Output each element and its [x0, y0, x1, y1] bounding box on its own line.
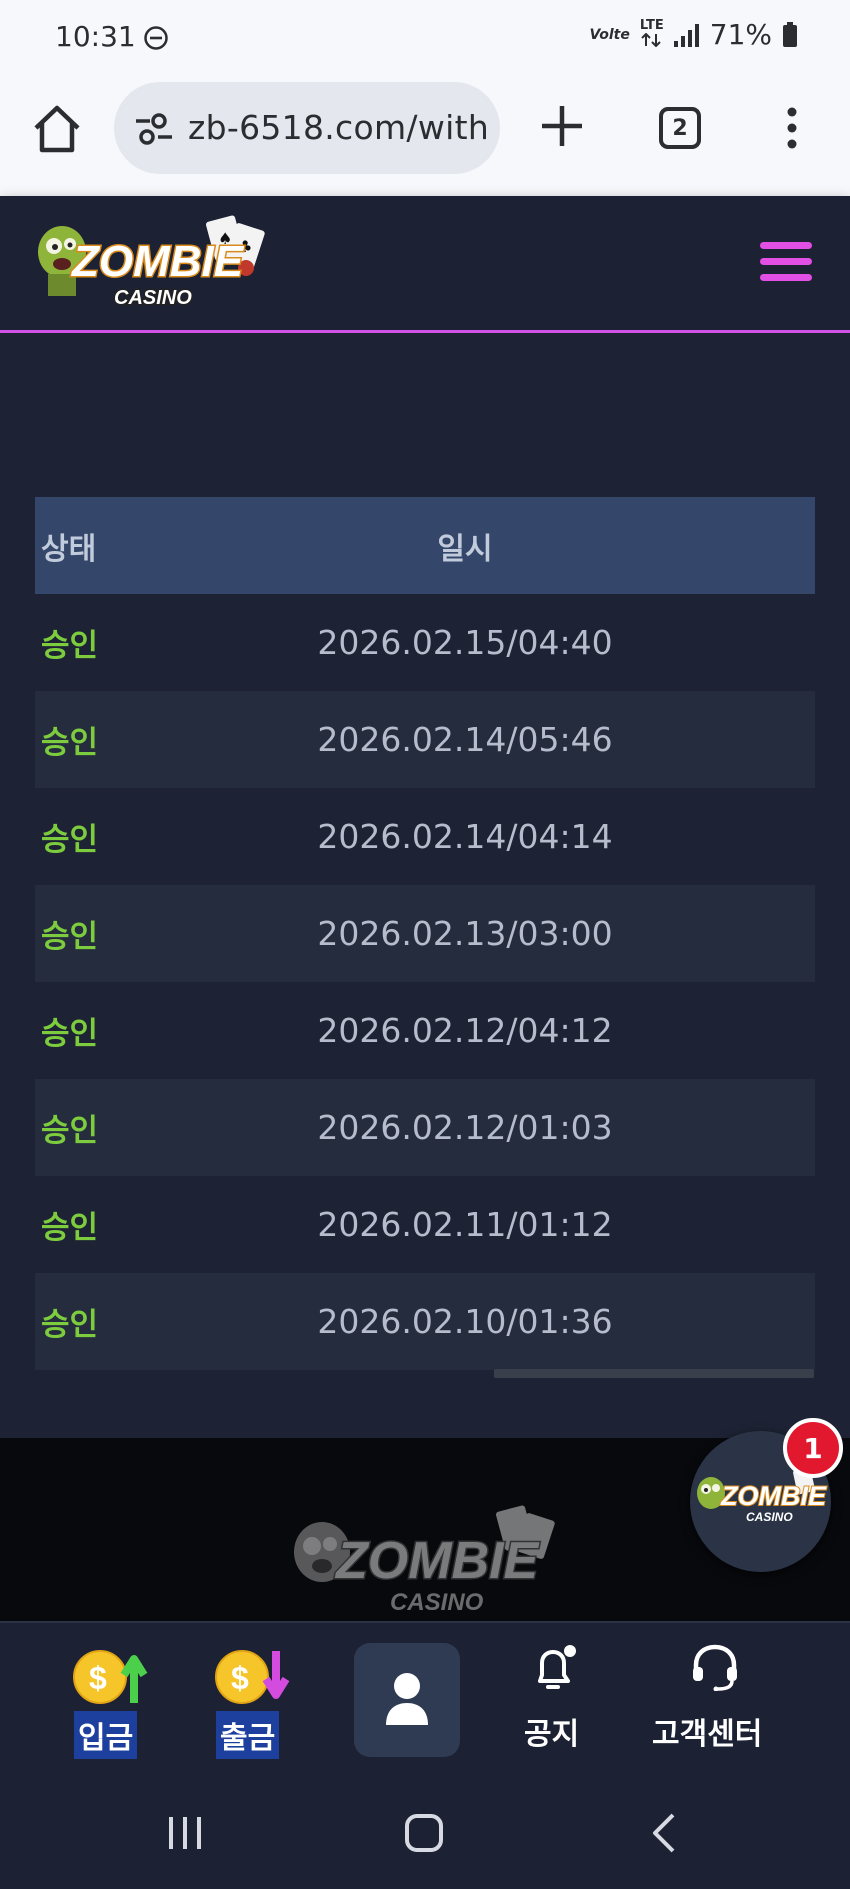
- date-cell: 2026.02.14/04:14: [317, 817, 613, 856]
- floating-logo-subtext: CASINO: [746, 1510, 793, 1524]
- table-header: 상태 일시: [35, 497, 815, 594]
- status-cell: 승인: [41, 1210, 99, 1246]
- status-cell: 승인: [41, 1016, 99, 1052]
- table-row: 승인 2026.02.15/04:40: [35, 594, 815, 691]
- footer-logo-subtext: CASINO: [390, 1589, 484, 1616]
- status-cell: 승인: [41, 919, 99, 955]
- site-settings-icon[interactable]: [134, 112, 174, 146]
- nav-customer-center[interactable]: 고객센터: [650, 1623, 780, 1779]
- recent-apps-icon[interactable]: [165, 1813, 205, 1853]
- svg-text:$: $: [89, 1660, 107, 1696]
- logo-wordmark: ZOMBIE: [70, 237, 245, 286]
- table-row: 승인 2026.02.11/01:12: [35, 1176, 815, 1273]
- android-navigation-bar: [0, 1777, 850, 1889]
- nav-profile[interactable]: [354, 1643, 460, 1757]
- battery-icon: [783, 21, 797, 47]
- data-arrows-icon: [641, 32, 661, 47]
- footer-logo: ZOMBIE CASINO: [294, 1505, 555, 1616]
- lte-label: LTE: [639, 17, 664, 33]
- nav-deposit-label: 입금: [74, 1711, 138, 1759]
- status-cell: 승인: [41, 1307, 99, 1343]
- headset-icon: [693, 1644, 737, 1691]
- home-nav-icon[interactable]: [404, 1813, 444, 1853]
- url-text[interactable]: zb-6518.com/with: [188, 108, 488, 147]
- user-icon: [386, 1673, 428, 1725]
- column-header-date: 일시: [437, 531, 493, 567]
- table-row: 승인 2026.02.14/05:46: [35, 691, 815, 788]
- date-cell: 2026.02.10/01:36: [317, 1302, 613, 1341]
- table-row: 승인 2026.02.12/01:03: [35, 1079, 815, 1176]
- zombie-casino-logo[interactable]: ♠ ♣ ZOMBIE CASINO: [32, 212, 272, 316]
- withdrawal-history-table: 상태 일시 승인 2026.02.15/04:40 승인 2026.02.14/…: [35, 497, 815, 1370]
- date-cell: 2026.02.12/01:03: [317, 1108, 613, 1147]
- table-horizontal-scrollbar[interactable]: [494, 1369, 814, 1378]
- status-icons: Volte LTE 71%: [589, 18, 798, 51]
- date-cell: 2026.02.15/04:40: [317, 623, 613, 662]
- status-time: 10:31: [55, 20, 136, 53]
- date-cell: 2026.02.14/05:46: [317, 720, 613, 759]
- table-row: 승인 2026.02.13/03:00: [35, 885, 815, 982]
- svg-text:$: $: [231, 1660, 249, 1696]
- do-not-disturb-icon: [144, 26, 168, 50]
- withdraw-coin-icon: $: [215, 1650, 290, 1704]
- status-cell: 승인: [41, 1113, 99, 1149]
- back-icon[interactable]: [645, 1813, 685, 1853]
- status-cell: 승인: [41, 628, 99, 664]
- site-header: ♠ ♣ ZOMBIE CASINO: [0, 196, 850, 333]
- address-bar[interactable]: zb-6518.com/with: [114, 82, 500, 174]
- tab-switcher-button[interactable]: 2: [659, 107, 701, 149]
- main-content: 상태 일시 승인 2026.02.15/04:40 승인 2026.02.14/…: [0, 333, 850, 1438]
- signal-icon: [673, 23, 699, 47]
- date-cell: 2026.02.12/04:12: [317, 1011, 613, 1050]
- nav-deposit[interactable]: $ 입금: [70, 1623, 160, 1779]
- footer-logo-wordmark: ZOMBIE: [334, 1532, 540, 1590]
- status-bar: 10:31 Volte LTE 71%: [0, 0, 850, 78]
- nav-withdraw-label: 출금: [216, 1711, 280, 1759]
- logo-subtext: CASINO: [114, 287, 192, 309]
- notification-badge: 1: [783, 1418, 843, 1478]
- hamburger-menu-icon[interactable]: [760, 242, 812, 282]
- table-row: 승인 2026.02.10/01:36: [35, 1273, 815, 1370]
- column-header-status: 상태: [41, 531, 97, 567]
- lte-indicator: LTE: [640, 19, 664, 51]
- table-row: 승인 2026.02.12/04:12: [35, 982, 815, 1079]
- more-menu-icon[interactable]: [780, 104, 804, 152]
- browser-toolbar: zb-6518.com/with 2: [0, 78, 850, 196]
- bottom-navigation: $ 입금 $ 출금 공지 고객센터: [0, 1621, 850, 1777]
- home-icon[interactable]: [30, 102, 84, 156]
- battery-percent: 71%: [709, 18, 772, 51]
- nav-customer-center-label: 고객센터: [652, 1717, 763, 1752]
- floating-logo-wordmark: ZOMBIE: [720, 1481, 827, 1511]
- date-cell: 2026.02.11/01:12: [317, 1205, 613, 1244]
- new-tab-icon[interactable]: [538, 102, 586, 150]
- nav-notice-label: 공지: [524, 1717, 580, 1752]
- date-cell: 2026.02.13/03:00: [317, 914, 613, 953]
- table-row: 승인 2026.02.14/04:14: [35, 788, 815, 885]
- nav-withdraw[interactable]: $ 출금: [212, 1623, 302, 1779]
- nav-notice[interactable]: 공지: [520, 1623, 590, 1779]
- bell-icon: [538, 1645, 576, 1689]
- status-cell: 승인: [41, 822, 99, 858]
- deposit-coin-icon: $: [73, 1650, 148, 1704]
- status-cell: 승인: [41, 725, 99, 761]
- volte-indicator: Volte: [589, 26, 630, 43]
